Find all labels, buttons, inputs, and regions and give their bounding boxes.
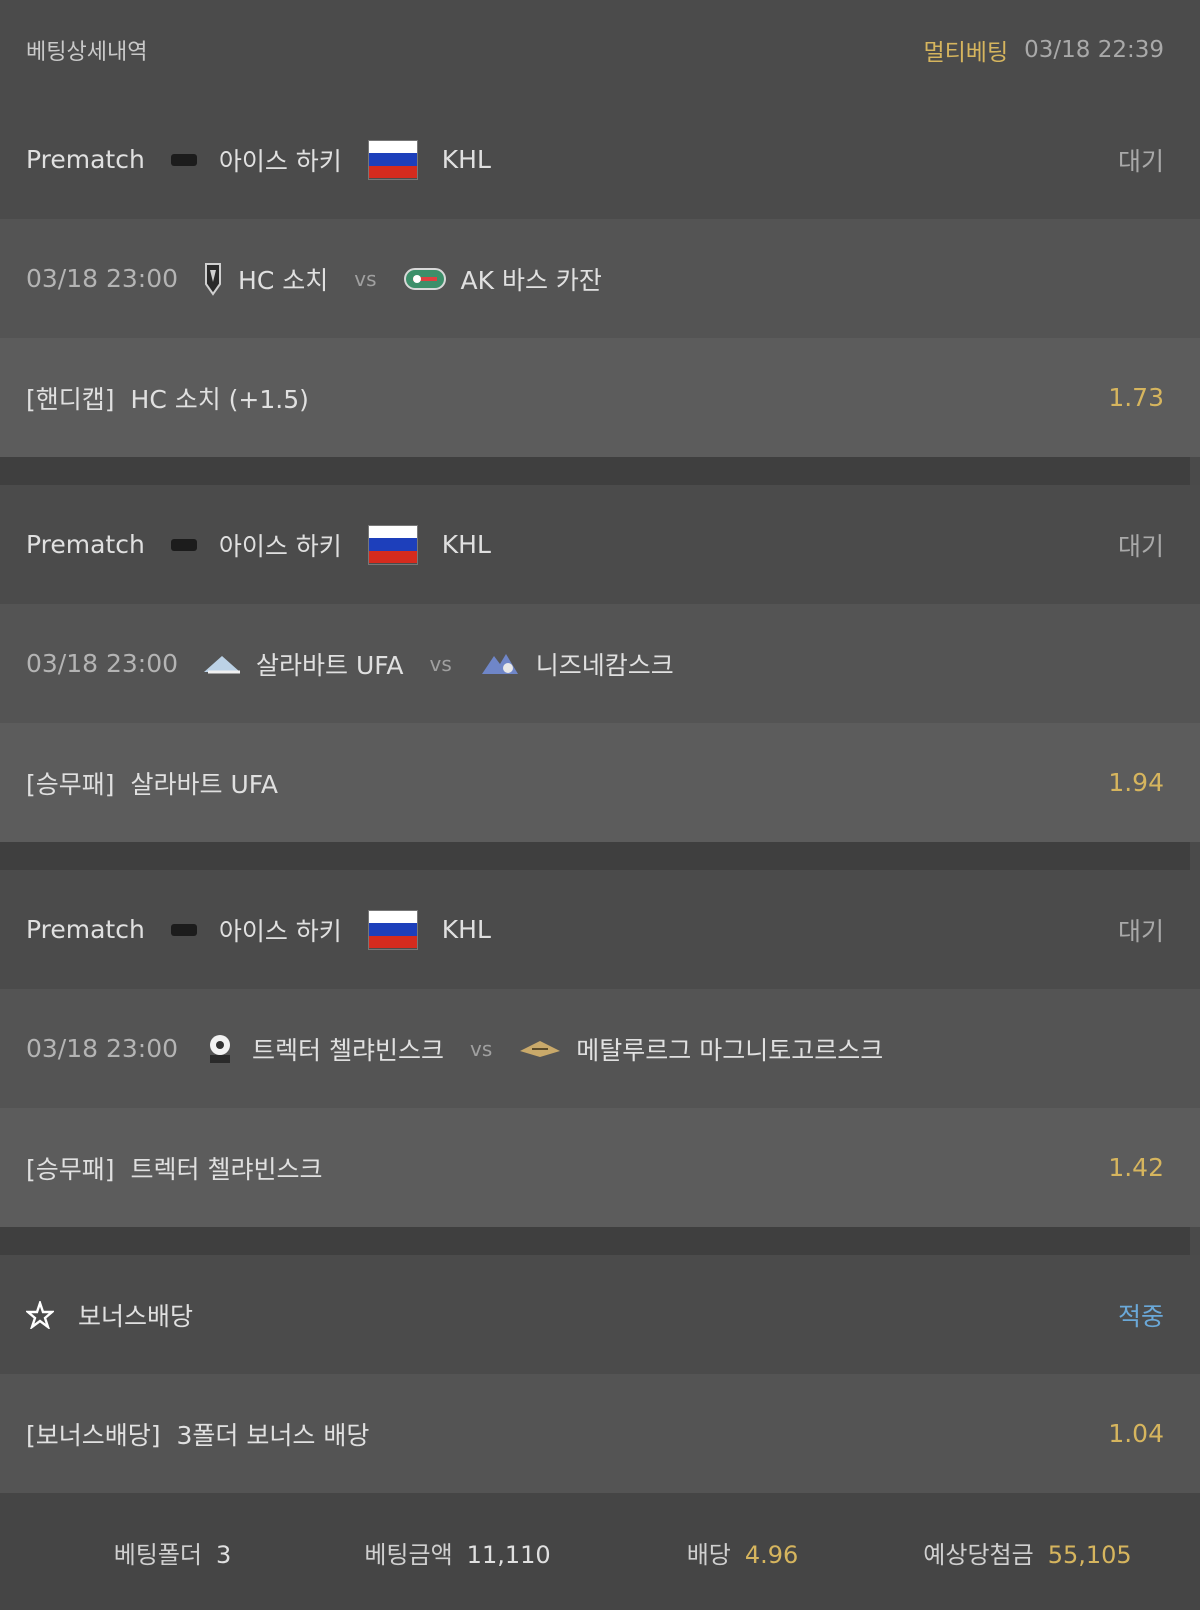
vs-label: vs [470,1036,493,1061]
payout-value: 55,105 [1047,1540,1132,1569]
match-time: 03/18 23:00 [26,264,179,293]
bonus-pick-row: [보너스배당] 3폴더 보너스 배당 1.04 [0,1374,1200,1493]
hockey-puck-icon [170,923,197,936]
amount-value: 11,110 [466,1540,551,1569]
bonus-card: 보너스배당 적중 [보너스배당] 3폴더 보너스 배당 1.04 [0,1255,1200,1493]
vs-label: vs [429,651,452,676]
pick-row: [승무패] 살라바트 UFA 1.94 [0,723,1200,842]
league-label: KHL [441,145,491,174]
pick-row: [승무패] 트렉터 첼랴빈스크 1.42 [0,1108,1200,1227]
total-odds-stat: 배당 4.96 [600,1535,885,1570]
folder-value: 3 [216,1540,232,1569]
league-row: Prematch 아이스 하키 KHL 대기 [0,100,1200,219]
salavat-ufa-logo-icon [204,655,241,673]
home-team: 살라바트 UFA [256,650,404,680]
stage-label: Prematch [26,915,145,944]
folder-label: 베팅폴더 [113,1540,203,1569]
russia-flag-icon [367,524,418,565]
vs-label: vs [354,266,377,291]
home-team: 트렉터 첼랴빈스크 [252,1035,444,1065]
match-row: 03/18 23:00 살라바트 UFA vs 니즈네캄스크 [0,604,1200,723]
status-badge: 대기 [1117,146,1164,176]
bet-datetime: 03/18 22:39 [1024,37,1164,63]
league-row: Prematch 아이스 하키 KHL 대기 [0,485,1200,604]
match-row: 03/18 23:00 트렉터 첼랴빈스크 vs 메탈루르그 마그니토고르스크 [0,989,1200,1108]
expected-payout-stat: 예상당첨금 55,105 [885,1535,1170,1570]
market-label: [승무패] [26,1154,115,1184]
home-team: HC 소치 [238,265,329,295]
bonus-odds-value: 1.04 [1108,1419,1164,1448]
bonus-label: 보너스배당 [78,1301,194,1331]
pick-label: HC 소치 (+1.5) [130,384,309,414]
bonus-header-row: 보너스배당 적중 [0,1255,1200,1374]
hc-sochi-logo-icon [205,262,222,296]
odds-value: 1.42 [1108,1153,1164,1182]
folder-count-stat: 베팅폴더 3 [30,1535,315,1570]
page-title: 베팅상세내역 [26,40,148,65]
status-badge: 대기 [1117,531,1164,561]
odds-value: 1.94 [1108,768,1164,797]
divider [0,457,1200,485]
sport-label: 아이스 하키 [218,146,342,176]
bonus-pick-label: 3폴더 보너스 배당 [176,1420,370,1450]
match-row: 03/18 23:00 HC 소치 vs AK 바스 카잔 [0,219,1200,338]
league-row: Prematch 아이스 하키 KHL 대기 [0,870,1200,989]
bet-type: 멀티베팅 [923,40,1009,66]
bonus-status-badge: 적중 [1117,1301,1164,1331]
star-icon [26,1300,54,1329]
pick-label: 트렉터 첼랴빈스크 [130,1154,323,1184]
away-team: AK 바스 카잔 [460,265,602,295]
league-label: KHL [441,915,491,944]
traktor-logo-icon [210,1034,231,1063]
bet-summary: 베팅폴더 3 베팅금액 11,110 배당 4.96 예상당첨금 55,105 [0,1493,1200,1610]
sport-label: 아이스 하키 [218,916,342,946]
match-time: 03/18 23:00 [26,1034,179,1063]
amount-label: 베팅금액 [364,1540,453,1569]
sport-label: 아이스 하키 [218,531,342,561]
divider [0,842,1200,870]
status-badge: 대기 [1117,916,1164,946]
payout-label: 예상당첨금 [923,1540,1034,1569]
stage-label: Prematch [26,145,145,174]
odds-value: 1.73 [1108,383,1164,412]
bet-card: Prematch 아이스 하키 KHL 대기 03/18 23:00 살라바트 … [0,485,1200,842]
pick-row: [핸디캡] HC 소치 (+1.5) 1.73 [0,338,1200,457]
bet-amount-stat: 베팅금액 11,110 [315,1535,600,1570]
league-label: KHL [441,530,491,559]
match-time: 03/18 23:00 [26,649,179,678]
total-odds-value: 4.96 [744,1540,799,1569]
bonus-market-label: [보너스배당] [26,1420,161,1450]
market-label: [승무패] [26,769,115,799]
bet-card: Prematch 아이스 하키 KHL 대기 03/18 23:00 트렉터 첼… [0,870,1200,1227]
russia-flag-icon [367,909,418,950]
ak-bars-logo-icon [403,267,446,290]
away-team: 메탈루르그 마그니토고르스크 [576,1035,884,1065]
hockey-puck-icon [170,153,197,166]
divider [0,1227,1200,1255]
bet-detail-header: 베팅상세내역 멀티베팅 03/18 22:39 [0,0,1200,100]
neftekhimik-logo-icon [481,653,518,674]
hockey-puck-icon [170,538,197,551]
market-label: [핸디캡] [26,384,115,414]
metallurg-logo-icon [520,1040,561,1057]
russia-flag-icon [367,139,418,180]
away-team: 니즈네캄스크 [535,650,674,680]
pick-label: 살라바트 UFA [130,769,278,799]
odds-label: 배당 [686,1540,731,1569]
stage-label: Prematch [26,530,145,559]
bet-card: Prematch 아이스 하키 KHL 대기 03/18 23:00 HC 소치… [0,100,1200,457]
